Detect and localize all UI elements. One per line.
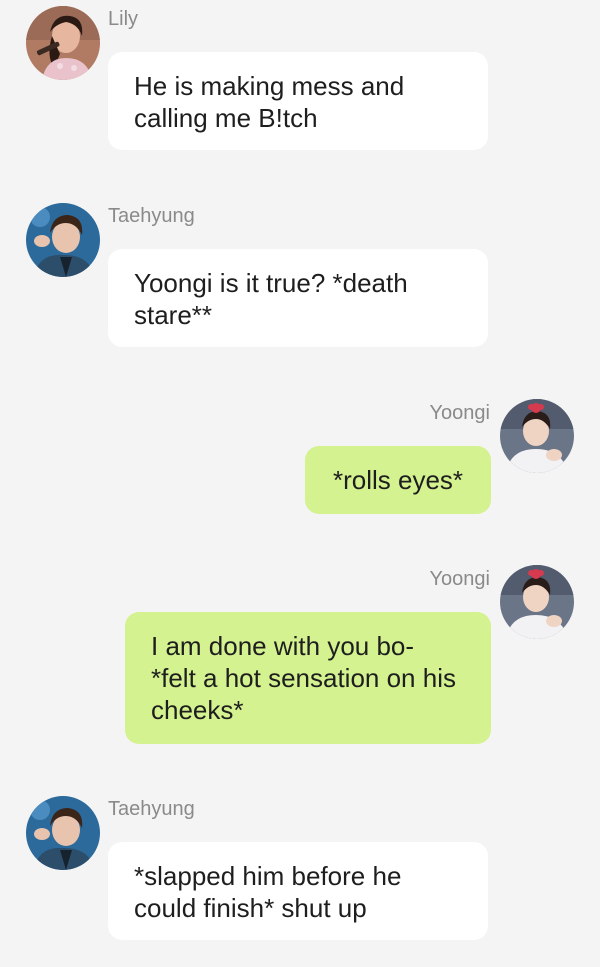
message-text: *rolls eyes* [332, 465, 464, 495]
message-bubble[interactable]: I am done with you bo- *felt a hot sensa… [125, 612, 491, 744]
sender-name: Yoongi [429, 402, 490, 424]
message-text: I am done with you bo- *felt a hot sensa… [151, 631, 456, 725]
taehyung-avatar[interactable] [26, 203, 100, 277]
message-bubble[interactable]: *slapped him before he could finish* shu… [108, 842, 488, 940]
taehyung-avatar[interactable] [26, 796, 100, 870]
message-text: Yoongi is it true? *death stare** [134, 268, 408, 330]
sender-name: Taehyung [108, 798, 195, 820]
message-text: He is making mess and calling me B!tch [134, 71, 405, 133]
message-bubble[interactable]: *rolls eyes* [305, 446, 491, 514]
message-text: *slapped him before he could finish* shu… [134, 861, 402, 923]
sender-name: Taehyung [108, 205, 195, 227]
message-bubble[interactable]: Yoongi is it true? *death stare** [108, 249, 488, 347]
sender-name: Yoongi [429, 568, 490, 590]
lily-avatar[interactable] [26, 6, 100, 80]
yoongi-avatar[interactable] [500, 399, 574, 473]
sender-name: Lily [108, 8, 139, 30]
yoongi-avatar[interactable] [500, 565, 574, 639]
chat-thread: Lily He is making mess and calling me B!… [0, 0, 600, 967]
message-bubble[interactable]: He is making mess and calling me B!tch [108, 52, 488, 150]
